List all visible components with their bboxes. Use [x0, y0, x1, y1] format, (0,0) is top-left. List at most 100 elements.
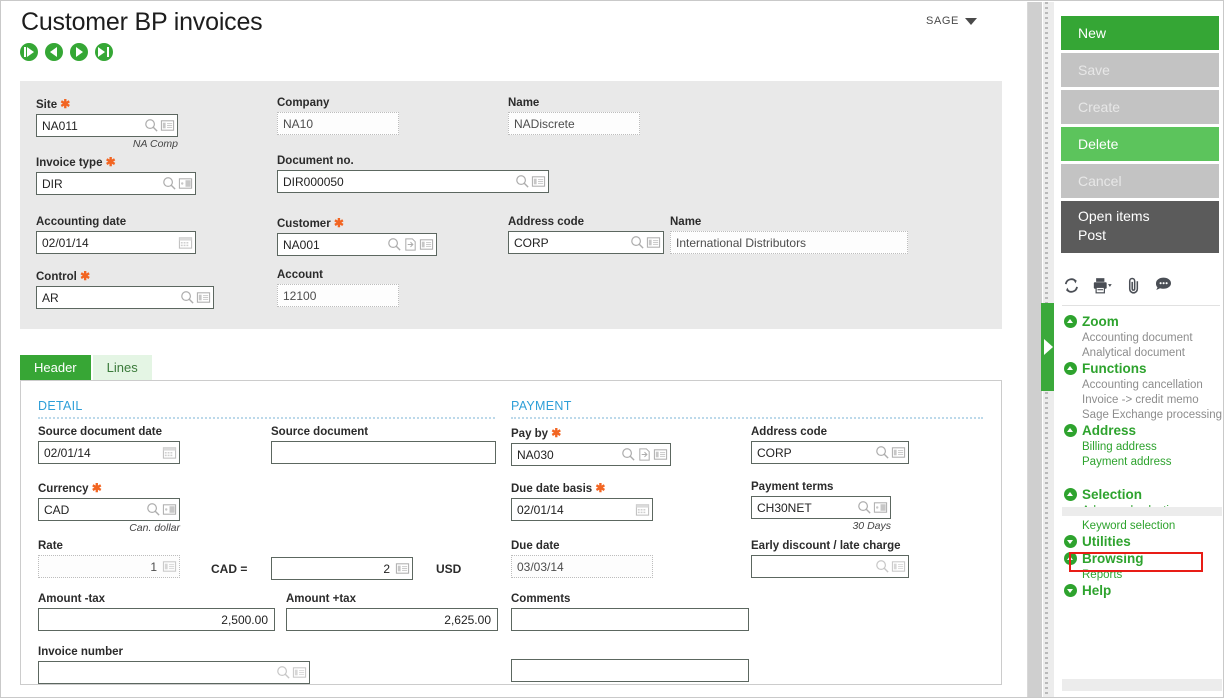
invoice-type-input[interactable]: DIR	[36, 172, 196, 195]
field-currency: Currency ✱ CAD Can. dollar	[38, 481, 180, 534]
comment-icon[interactable]	[1154, 276, 1174, 299]
search-icon[interactable]	[630, 235, 645, 250]
currency-input[interactable]: CAD	[38, 498, 180, 521]
refresh-icon[interactable]	[1062, 276, 1081, 300]
menu-header-browsing[interactable]: Browsing	[1062, 550, 1223, 567]
tab-bar: Header Lines	[20, 355, 152, 381]
accounting-date-input[interactable]: 02/01/14	[36, 231, 196, 254]
lookup-list-icon[interactable]	[891, 445, 906, 460]
lookup-list-icon[interactable]	[419, 237, 434, 252]
amount-ex-tax-input[interactable]: 2,500.00	[38, 608, 275, 631]
search-icon[interactable]	[857, 500, 872, 515]
next-record-button[interactable]	[70, 43, 88, 61]
lookup-list-icon[interactable]	[646, 235, 661, 250]
search-icon[interactable]	[180, 290, 195, 305]
currency-sub-label: Can. dollar	[129, 522, 180, 534]
search-icon[interactable]	[875, 445, 890, 460]
source-document-input[interactable]	[271, 441, 496, 464]
field-value: 03/03/14	[517, 559, 564, 574]
brand-menu[interactable]: SAGE	[926, 15, 977, 27]
source-document-date-input[interactable]: 02/01/14	[38, 441, 180, 464]
comments-input[interactable]	[511, 608, 749, 631]
tab-header[interactable]: Header	[20, 355, 91, 381]
new-button[interactable]: New	[1061, 16, 1219, 50]
print-icon[interactable]	[1092, 276, 1114, 300]
lookup-list-icon[interactable]	[653, 447, 668, 462]
field-label: Amount +tax	[286, 593, 356, 605]
last-record-button[interactable]	[95, 43, 113, 61]
menu-item-reports[interactable]: Reports	[1062, 567, 1223, 582]
field-customer: Customer ✱ NA001	[277, 216, 437, 256]
lookup-list-icon[interactable]	[196, 290, 211, 305]
cancel-button[interactable]: Cancel	[1061, 164, 1219, 198]
search-icon[interactable]	[387, 237, 402, 252]
menu-item-billing-address[interactable]: Billing address	[1062, 439, 1223, 454]
tab-lines[interactable]: Lines	[92, 355, 152, 381]
lookup-list-icon[interactable]	[531, 174, 546, 189]
jump-to-record-icon[interactable]	[637, 447, 652, 462]
address-code-input[interactable]: CORP	[508, 231, 664, 254]
menu-header-functions[interactable]: Functions	[1062, 360, 1223, 377]
field-payment-terms: Payment terms CH30NET 30 Days	[751, 481, 891, 532]
customer-input[interactable]: NA001	[277, 233, 437, 256]
calendar-icon[interactable]	[178, 235, 193, 250]
menu-item-analytical-document[interactable]: Analytical document	[1062, 345, 1223, 360]
menu-item-payment-address[interactable]: Payment address	[1062, 454, 1223, 469]
field-invoice-type: Invoice type ✱ DIR	[36, 155, 196, 195]
search-icon[interactable]	[515, 174, 530, 189]
create-button[interactable]: Create	[1061, 90, 1219, 124]
lookup-list-icon[interactable]	[891, 559, 906, 574]
payment-terms-input[interactable]: CH30NET	[751, 496, 891, 519]
field-value: NA011	[42, 118, 78, 133]
menu-header-selection[interactable]: Selection	[1062, 486, 1223, 503]
search-icon[interactable]	[875, 559, 890, 574]
selection-list-icon[interactable]	[873, 500, 888, 515]
menu-item-keyword-selection[interactable]: Keyword selection	[1062, 518, 1223, 533]
field-payment-address-code: Address code CORP	[751, 426, 909, 464]
menu-header-zoom[interactable]: Zoom	[1062, 313, 1223, 330]
selection-list-icon[interactable]	[162, 502, 177, 517]
payment-address-code-input[interactable]: CORP	[751, 441, 909, 464]
document-no-input[interactable]: DIR000050	[277, 170, 549, 193]
lookup-list-icon[interactable]	[292, 665, 307, 680]
menu-header-address[interactable]: Address	[1062, 422, 1223, 439]
invoice-number-input[interactable]	[38, 661, 310, 684]
menu-item-sage-exchange-processing[interactable]: Sage Exchange processing	[1062, 407, 1223, 422]
menu-item-accounting-cancellation[interactable]: Accounting cancellation	[1062, 377, 1223, 392]
field-accounting-date: Accounting date 02/01/14	[36, 216, 196, 254]
menu-header-utilities[interactable]: Utilities	[1062, 533, 1223, 550]
first-record-button[interactable]	[20, 43, 38, 61]
sidebar-collapse-handle[interactable]	[1041, 303, 1054, 391]
attachment-icon[interactable]	[1125, 276, 1143, 300]
due-date-basis-input[interactable]: 02/01/14	[511, 498, 653, 521]
jump-to-record-icon[interactable]	[403, 237, 418, 252]
menu-header-help[interactable]: Help	[1062, 582, 1223, 599]
previous-record-button[interactable]	[45, 43, 63, 61]
selection-list-icon[interactable]	[178, 176, 193, 191]
search-icon[interactable]	[621, 447, 636, 462]
search-icon[interactable]	[276, 665, 291, 680]
save-button[interactable]: Save	[1061, 53, 1219, 87]
menu-header-label: Zoom	[1082, 314, 1119, 329]
rate-target-input[interactable]: 2	[271, 557, 413, 580]
early-discount-input[interactable]	[751, 555, 909, 578]
amount-inc-tax-input[interactable]: 2,625.00	[286, 608, 498, 631]
search-icon[interactable]	[162, 176, 177, 191]
site-input[interactable]: NA011	[36, 114, 178, 137]
page-title: Customer BP invoices	[21, 8, 263, 36]
calendar-icon[interactable]	[162, 445, 177, 460]
search-icon[interactable]	[146, 502, 161, 517]
field-label: Due date basis ✱	[511, 481, 606, 495]
menu-item-accounting-document[interactable]: Accounting document	[1062, 330, 1223, 345]
control-input[interactable]: AR	[36, 286, 214, 309]
right-sidebar: New Save Create Delete Cancel Open items…	[1028, 2, 1223, 697]
delete-button[interactable]: Delete	[1061, 127, 1219, 161]
pay-by-input[interactable]: NA030	[511, 443, 671, 466]
open-items-post-button[interactable]: Open items Post	[1061, 201, 1219, 253]
extra-input[interactable]	[511, 659, 749, 682]
lookup-list-icon[interactable]	[395, 561, 410, 576]
search-icon[interactable]	[144, 118, 159, 133]
calendar-icon[interactable]	[635, 502, 650, 517]
lookup-list-icon[interactable]	[160, 118, 175, 133]
menu-item-invoice-credit-memo[interactable]: Invoice -> credit memo	[1062, 392, 1223, 407]
